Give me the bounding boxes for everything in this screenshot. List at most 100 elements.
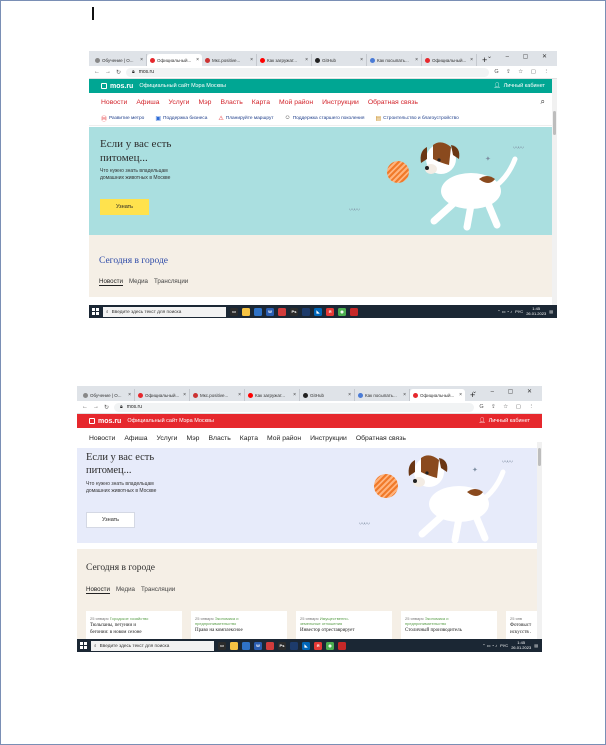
nav-item-district[interactable]: Мой район [279,99,313,106]
notifications-icon[interactable]: ▤ [534,643,538,648]
close-tab-icon[interactable]: × [348,392,351,398]
window-controls[interactable]: ⌄ – ▢ ✕ [487,53,553,60]
mail-icon[interactable] [242,641,250,650]
browser-tab[interactable]: Как посыпать... × [367,54,422,66]
close-tab-icon[interactable]: × [360,57,363,63]
learn-more-button[interactable]: Узнать [100,199,149,215]
page-scrollbar[interactable] [552,79,557,305]
tab-media[interactable]: Медиа [116,586,135,594]
browser-tab[interactable]: Официальный... × [135,389,190,401]
windows-start-icon[interactable] [92,308,99,315]
back-icon[interactable]: ← [94,69,100,75]
tray-icons[interactable]: ⌃ ▭ ◔ ♪ [482,643,497,648]
app-icon[interactable] [266,641,274,650]
extension-icons[interactable]: G ⇪ ☆ ▢ ⋮ [479,404,537,410]
close-tab-icon[interactable]: × [459,392,462,398]
nav-item-mayor[interactable]: Мэр [198,99,211,106]
back-icon[interactable]: ← [82,404,88,410]
vscode-icon[interactable]: ◣ [314,307,322,316]
nav-item-instructions[interactable]: Инструкции [322,99,359,106]
browser-tab[interactable]: Как загружат... × [245,389,300,401]
forward-icon[interactable]: → [93,404,99,410]
forward-icon[interactable]: → [105,69,111,75]
nav-item-news[interactable]: Новости [89,435,115,442]
quick-link[interactable]: ▣ Поддержка бизнеса [155,115,207,122]
quick-link[interactable]: ☺ Поддержка старшего поколения [285,115,365,121]
browser-tab[interactable]: Мкс.positive... × [202,54,257,66]
word-icon[interactable]: W [254,641,262,650]
browser-tab-active[interactable]: Официальный... × [147,54,202,66]
nav-item-feedback[interactable]: Обратная связь [368,99,418,106]
nav-item-instructions[interactable]: Инструкции [310,435,347,442]
mos-logo[interactable]: mos.ru [101,83,133,90]
language-indicator[interactable]: РУС [515,309,523,314]
close-tab-icon[interactable]: × [403,392,406,398]
tab-broadcasts[interactable]: Трансляции [141,586,175,594]
nav-item-feedback[interactable]: Обратная связь [356,435,406,442]
url-field[interactable]: 🔒︎ mos.ru [126,67,490,77]
reload-icon[interactable]: ↻ [104,404,109,411]
photoshop-icon[interactable]: Ps [278,641,286,650]
vscode-icon[interactable]: ◣ [302,641,310,650]
extension-icons[interactable]: G ⇪ ☆ ▢ ⋮ [494,69,552,75]
chrome-icon[interactable]: ◉ [338,307,346,316]
nav-item-district[interactable]: Мой район [267,435,301,442]
cabinet-link[interactable]: 👤︎ Личный кабинет [479,418,530,424]
nav-item-authority[interactable]: Власть [220,99,242,106]
tab-news[interactable]: Новости [86,586,110,594]
nav-item-news[interactable]: Новости [101,99,127,106]
nav-item-map[interactable]: Карта [240,435,258,442]
close-tab-icon[interactable]: × [128,392,131,398]
close-tab-icon[interactable]: × [415,57,418,63]
taskbar-search[interactable]: ⌕ Введите здесь текст для поиска [103,306,226,317]
app-icon[interactable] [338,641,346,650]
language-indicator[interactable]: РУС [500,643,508,648]
yandex-icon[interactable]: Я [326,307,334,316]
app-icon[interactable] [278,307,286,316]
nav-item-authority[interactable]: Власть [208,435,230,442]
nav-item-afisha[interactable]: Афиша [124,435,147,442]
nav-item-map[interactable]: Карта [252,99,270,106]
browser-tab[interactable]: Обучение | О... × [80,389,135,401]
mos-logo[interactable]: mos.ru [89,418,121,425]
scrollbar-thumb[interactable] [538,448,541,466]
chrome-icon[interactable]: ◉ [326,641,334,650]
browser-tab-active[interactable]: Официальный... × [410,389,465,401]
taskview-icon[interactable]: ▭ [218,641,226,650]
tab-media[interactable]: Медиа [129,278,148,286]
nav-item-services[interactable]: Услуги [169,99,190,106]
word-icon[interactable]: W [266,307,274,316]
browser-tab[interactable]: Как посыпать... × [355,389,410,401]
close-tab-icon[interactable]: × [250,57,253,63]
tray-icons[interactable]: ⌃ ▭ ◔ ♪ [497,309,512,314]
close-tab-icon[interactable]: × [293,392,296,398]
close-tab-icon[interactable]: × [238,392,241,398]
url-field[interactable]: 🔒︎ mos.ru [114,402,475,412]
scrollbar-thumb[interactable] [553,111,556,135]
app-icon[interactable] [290,641,298,650]
learn-more-button[interactable]: Узнать [86,512,135,528]
browser-tab[interactable]: GitHub × [300,389,355,401]
search-icon[interactable]: ⌕ [541,97,545,107]
quick-link[interactable]: ▤ Строительство и благоустройство [375,115,458,122]
close-tab-icon[interactable]: × [305,57,308,63]
clock[interactable]: 1:45 26.01.2023 [511,640,531,651]
app-icon[interactable] [350,307,358,316]
app-icon[interactable] [302,307,310,316]
window-controls[interactable]: ⌄ – ▢ ✕ [472,388,538,395]
page-scrollbar[interactable] [537,442,542,639]
browser-tab[interactable]: Официальный... × [422,54,477,66]
nav-item-mayor[interactable]: Мэр [186,435,199,442]
windows-start-icon[interactable] [80,642,87,649]
tab-broadcasts[interactable]: Трансляции [154,278,188,286]
close-tab-icon[interactable]: × [140,57,143,63]
nav-item-afisha[interactable]: Афиша [136,99,159,106]
browser-tab[interactable]: Мкс.positive... × [190,389,245,401]
notifications-icon[interactable]: ▤ [549,309,553,314]
quick-link[interactable]: Ⓜ Развитие метро [101,114,144,123]
clock[interactable]: 1:45 26.01.2023 [526,306,546,317]
browser-tab[interactable]: GitHub × [312,54,367,66]
explorer-icon[interactable] [242,307,250,316]
nav-item-services[interactable]: Услуги [157,435,178,442]
browser-tab[interactable]: Как загружат... × [257,54,312,66]
